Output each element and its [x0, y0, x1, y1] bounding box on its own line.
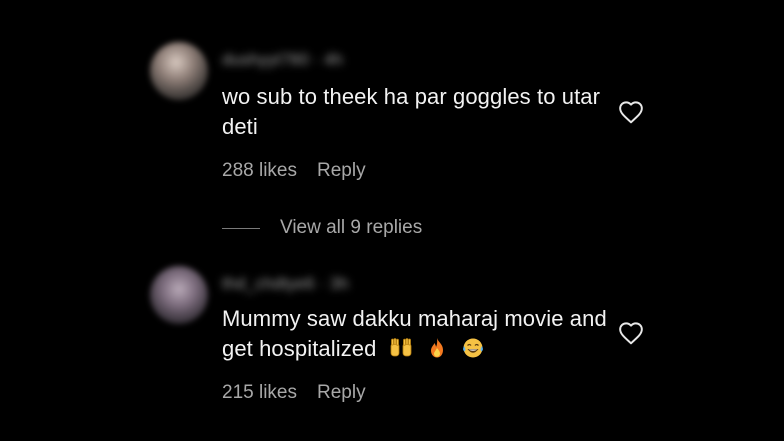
comment-username[interactable]: thd_chdtye6 · 3h	[222, 274, 349, 293]
reply-button[interactable]: Reply	[317, 382, 366, 403]
raising-hands-emoji-icon	[390, 338, 412, 357]
heart-icon[interactable]	[618, 321, 644, 345]
user-avatar[interactable]	[150, 266, 208, 324]
comment-meta: 288 likes Reply	[222, 160, 366, 182]
tears-of-joy-emoji-icon	[463, 338, 484, 358]
view-replies-link[interactable]: View all 9 replies	[222, 216, 422, 240]
view-replies-label[interactable]: View all 9 replies	[280, 217, 422, 239]
comment-text-container: Mummy saw dakku maharaj movie and get ho…	[222, 304, 607, 364]
comment-text: Mummy saw dakku maharaj movie and get ho…	[222, 306, 607, 361]
likes-count[interactable]: 215 likes	[222, 382, 297, 403]
comment-meta: 215 likes Reply	[222, 382, 366, 404]
heart-icon[interactable]	[618, 100, 644, 124]
comment-username[interactable]: dushyyt780 · 4h	[222, 50, 343, 69]
fire-emoji-icon	[430, 338, 443, 358]
user-avatar[interactable]	[150, 42, 208, 100]
reply-button[interactable]: Reply	[317, 160, 366, 181]
comment-text: wo sub to theek ha par goggles to utar d…	[222, 84, 601, 139]
likes-count[interactable]: 288 likes	[222, 160, 297, 181]
replies-divider-line	[222, 227, 260, 229]
